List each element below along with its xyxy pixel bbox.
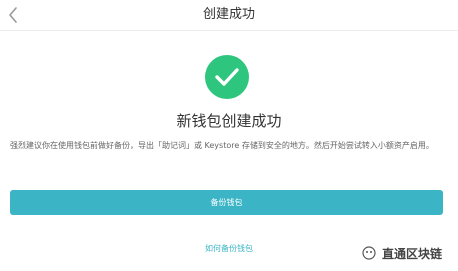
success-title: 新钱包创建成功: [176, 112, 282, 130]
watermark: 直通区块链: [362, 243, 442, 263]
backup-wallet-button[interactable]: 备份钱包: [10, 190, 443, 215]
wechat-logo-icon: [362, 246, 376, 260]
success-checkmark-icon: [205, 55, 249, 99]
page-title: 创建成功: [202, 7, 255, 22]
watermark-text: 直通区块链: [382, 246, 443, 261]
navigation-bar: 创建成功: [0, 0, 458, 31]
checkmark-icon: [215, 68, 239, 86]
backup-advice-text: 强烈建议你在使用钱包前做好备份，导出「助记词」或 Keystore 存储到安全的…: [10, 141, 434, 150]
